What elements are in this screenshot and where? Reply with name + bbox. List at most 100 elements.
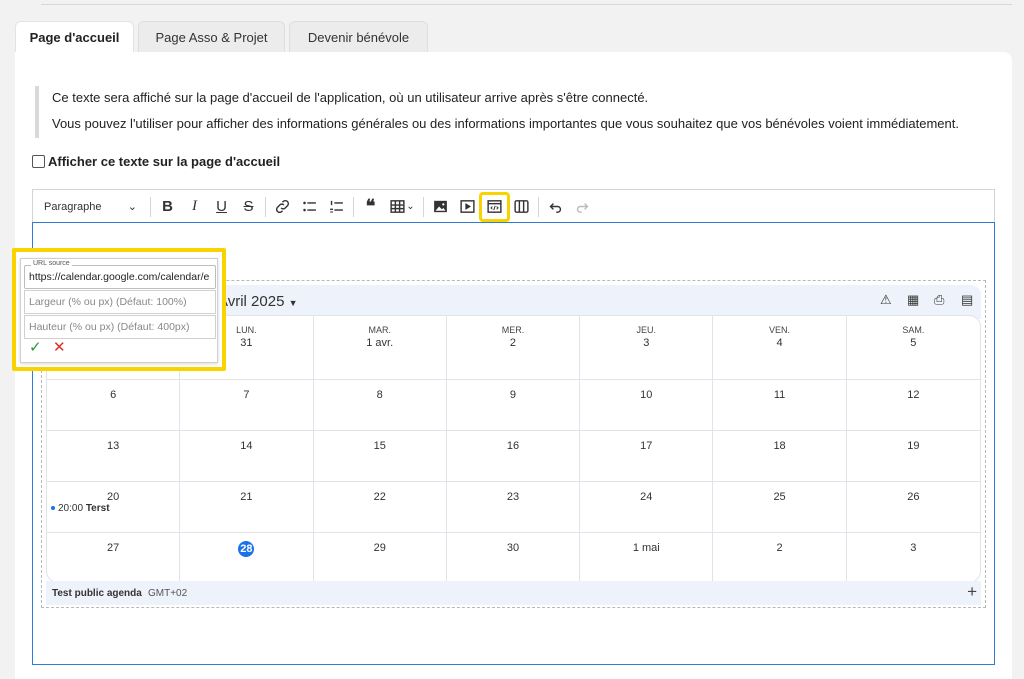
calendar-day-cell[interactable]: MAR. 1 avr. <box>313 316 447 380</box>
undo-icon <box>549 203 562 213</box>
calendar-day-cell[interactable]: 13 <box>47 431 181 482</box>
event-title: Terst <box>85 503 110 514</box>
toolbar-separator <box>538 196 539 217</box>
table-icon <box>390 200 405 213</box>
calendar-day-cell[interactable]: 26 <box>846 482 980 533</box>
cancel-x-icon[interactable]: ✕ <box>53 340 67 355</box>
columns-button[interactable] <box>508 194 535 220</box>
calendar-month-selector[interactable]: Avril 2025 ▼ <box>218 293 298 310</box>
calendar-day-cell-today[interactable]: 28 <box>180 533 314 582</box>
italic-button[interactable]: I <box>181 194 208 220</box>
tab-devenir-benevole[interactable]: Devenir bénévole <box>289 21 428 53</box>
print-icon[interactable]: ⎙ <box>934 293 948 307</box>
calendar-day-cell[interactable]: MER. 2 <box>446 316 581 380</box>
calendar-day-cell[interactable]: 11 <box>713 380 847 431</box>
insert-image-button[interactable] <box>427 194 454 220</box>
toolbar-separator <box>353 196 354 217</box>
paragraph-format-select[interactable]: Paragraphe ⌄ <box>33 190 147 224</box>
paragraph-format-label: Paragraphe <box>44 200 102 213</box>
calendar-day-cell[interactable]: 16 <box>446 431 581 482</box>
info-line-2: Vous pouvez l'utiliser pour afficher des… <box>52 116 959 131</box>
redo-icon <box>576 203 589 213</box>
width-input[interactable]: Largeur (% ou px) (Défaut: 100%) <box>24 290 216 314</box>
bold-button[interactable]: B <box>154 194 181 220</box>
bullet-list-icon <box>303 201 316 212</box>
calendar-view-icons: ⚠ ▦ ⎙ ▤ <box>880 293 975 307</box>
show-text-checkbox-row[interactable]: Afficher ce texte sur la page d'accueil <box>32 154 280 169</box>
calendar-day-cell[interactable]: 1 mai <box>580 533 714 582</box>
top-divider <box>41 4 1012 5</box>
calendar-day-cell[interactable]: SAM. 5 <box>846 316 980 380</box>
insert-iframe-button[interactable] <box>479 191 510 222</box>
calendar-day-cell[interactable]: 19 <box>846 431 980 482</box>
numbered-list-button[interactable] <box>323 194 350 220</box>
table-button[interactable]: ⌄ <box>384 194 420 220</box>
feedback-icon[interactable]: ⚠ <box>880 293 894 307</box>
calendar-day-cell[interactable]: 10 <box>580 380 714 431</box>
image-icon <box>434 200 447 213</box>
calendar-day-cell[interactable]: 15 <box>313 431 447 482</box>
calendar-icon[interactable]: ▦ <box>907 293 921 307</box>
calendar-day-cell[interactable]: 27 <box>47 533 181 582</box>
today-marker: 28 <box>238 541 255 557</box>
underline-button[interactable]: U <box>208 194 235 220</box>
info-blockquote: Ce texte sera affiché sur la page d'accu… <box>35 86 995 138</box>
show-text-checkbox[interactable] <box>32 155 45 168</box>
confirm-check-icon[interactable]: ✓ <box>29 340 43 355</box>
calendar-day-cell[interactable]: JEU. 3 <box>580 316 714 380</box>
url-source-value: https://calendar.google.com/calendar/e <box>29 271 210 283</box>
toolbar-separator <box>265 196 266 217</box>
calendar-day-cell[interactable]: 21 <box>180 482 314 533</box>
media-icon <box>460 200 475 213</box>
iframe-source-popover: URL source https://calendar.google.com/c… <box>12 248 226 371</box>
tab-page-asso-projet[interactable]: Page Asso & Projet <box>138 21 285 53</box>
tab-bar: Page d'accueil Page Asso & Projet Deveni… <box>15 21 428 53</box>
calendar-day-cell[interactable]: 8 <box>313 380 447 431</box>
columns-icon <box>514 200 529 213</box>
calendar-timezone: GMT+02 <box>148 588 188 599</box>
insert-media-button[interactable] <box>454 194 481 220</box>
toolbar-separator <box>423 196 424 217</box>
calendar-day-cell[interactable]: 3 <box>847 533 980 582</box>
bullet-list-button[interactable] <box>296 194 323 220</box>
calendar-day-cell[interactable]: 29 <box>314 533 447 582</box>
strikethrough-button[interactable]: S <box>235 194 262 220</box>
calendar-day-cell[interactable]: 18 <box>713 431 847 482</box>
link-button[interactable] <box>269 194 296 220</box>
calendar-name: Test public agenda <box>52 588 142 599</box>
grid-view-icon[interactable]: ▤ <box>961 293 975 307</box>
quote-button[interactable]: ❝ <box>357 194 384 220</box>
calendar-day-cell[interactable]: 17 <box>580 431 714 482</box>
calendar-day-cell[interactable]: 12 <box>846 380 980 431</box>
add-calendar-plus-icon[interactable]: + <box>967 582 977 602</box>
calendar-day-cell[interactable]: 9 <box>446 380 581 431</box>
url-source-field[interactable]: URL source https://calendar.google.com/c… <box>24 260 216 289</box>
show-text-label: Afficher ce texte sur la page d'accueil <box>48 154 281 169</box>
editor-toolbar: Paragraphe ⌄ B I U S ❝ ⌄ <box>32 189 995 223</box>
calendar-event[interactable]: 20:00 Terst <box>51 503 110 514</box>
calendar-day-cell[interactable]: 20 20:00 Terst <box>47 482 181 533</box>
undo-button[interactable] <box>542 194 569 220</box>
calendar-footer: Test public agenda GMT+02 + <box>46 581 981 605</box>
info-line-1: Ce texte sera affiché sur la page d'accu… <box>52 90 649 105</box>
calendar-day-cell[interactable]: VEN. 4 <box>713 316 847 380</box>
calendar-day-cell[interactable]: 22 <box>313 482 447 533</box>
calendar-day-cell[interactable]: 7 <box>180 380 314 431</box>
calendar-day-cell[interactable]: 25 <box>713 482 847 533</box>
iframe-form: URL source https://calendar.google.com/c… <box>20 258 218 363</box>
event-dot-icon <box>51 506 55 511</box>
chevron-down-icon: ⌄ <box>406 201 415 212</box>
calendar-day-cell[interactable]: 6 <box>47 380 181 431</box>
redo-button[interactable] <box>569 194 596 220</box>
calendar-day-cell[interactable]: 14 <box>180 431 314 482</box>
calendar-day-cell[interactable]: 23 <box>446 482 581 533</box>
calendar-month-label: Avril 2025 <box>218 293 285 310</box>
height-input[interactable]: Hauteur (% ou px) (Défaut: 400px) <box>24 315 216 339</box>
chevron-down-icon: ⌄ <box>127 201 137 213</box>
event-time: 20:00 <box>58 503 84 514</box>
calendar-day-cell[interactable]: 2 <box>713 533 847 582</box>
url-source-legend: URL source <box>31 260 72 267</box>
calendar-day-cell[interactable]: 24 <box>580 482 714 533</box>
tab-page-accueil[interactable]: Page d'accueil <box>15 21 134 53</box>
calendar-day-cell[interactable]: 30 <box>447 533 581 582</box>
